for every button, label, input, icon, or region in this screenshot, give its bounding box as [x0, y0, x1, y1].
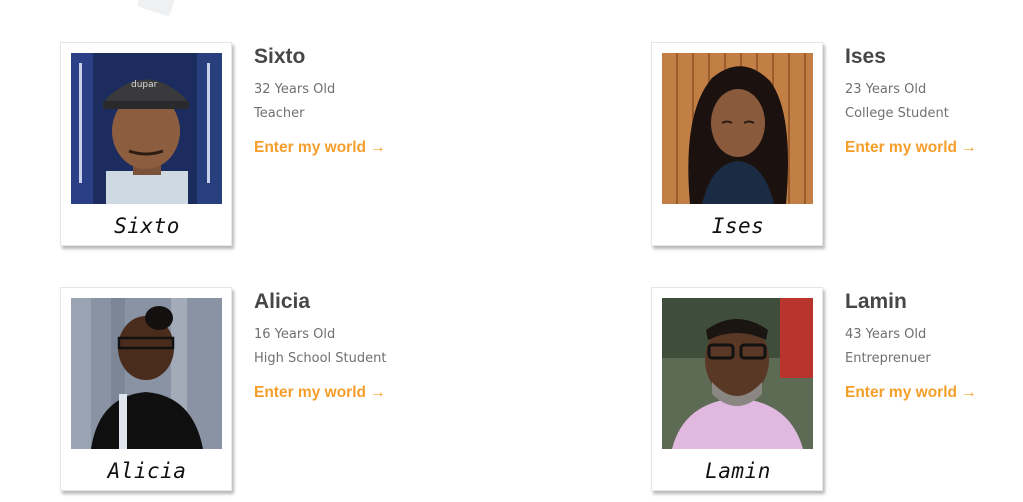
profile-age: 16 Years Old [254, 327, 336, 342]
profile-name: Lamin [845, 290, 907, 313]
profile-photo [71, 298, 222, 449]
profile-info: Lamin 43 Years Old Entreprenuer Enter my… [845, 287, 1023, 403]
profile-card-sixto: dupar Sixto Sixto 32 Years Old Teacher E… [60, 42, 580, 257]
profile-name: Ises [845, 45, 886, 68]
profile-role: High School Student [254, 351, 387, 366]
profile-card-ises: Ises Ises 23 Years Old College Student E… [651, 42, 1023, 257]
profile-info: Sixto 32 Years Old Teacher Enter my worl… [254, 42, 574, 158]
profile-photo [662, 298, 813, 449]
enter-my-world-link[interactable]: Enter my world → [254, 138, 386, 158]
profile-role: Entreprenuer [845, 351, 931, 366]
polaroid-frame[interactable]: Alicia [60, 287, 232, 491]
polaroid-frame[interactable]: dupar Sixto [60, 42, 232, 246]
polaroid-caption: Alicia [107, 459, 187, 483]
enter-my-world-link[interactable]: Enter my world → [845, 383, 977, 403]
profile-age: 23 Years Old [845, 82, 927, 97]
svg-text:dupar: dupar [131, 80, 158, 90]
polaroid-frame[interactable]: Ises [651, 42, 823, 246]
decorative-shape [136, 0, 178, 17]
profile-role: Teacher [254, 106, 305, 121]
profile-info: Ises 23 Years Old College Student Enter … [845, 42, 1023, 158]
profile-age: 43 Years Old [845, 327, 927, 342]
polaroid-frame[interactable]: Lamin [651, 287, 823, 491]
profile-photo [662, 53, 813, 204]
profile-photo: dupar [71, 53, 222, 204]
profile-name: Alicia [254, 290, 311, 313]
profile-info: Alicia 16 Years Old High School Student … [254, 287, 574, 403]
polaroid-caption: Sixto [114, 214, 180, 238]
enter-my-world-link[interactable]: Enter my world → [845, 138, 977, 158]
polaroid-caption: Lamin [705, 459, 771, 483]
profile-age: 32 Years Old [254, 82, 336, 97]
profile-card-alicia: Alicia Alicia 16 Years Old High School S… [60, 287, 580, 502]
enter-my-world-link[interactable]: Enter my world → [254, 383, 386, 403]
profile-role: College Student [845, 106, 949, 121]
polaroid-caption: Ises [711, 214, 765, 238]
profile-card-lamin: Lamin Lamin 43 Years Old Entreprenuer En… [651, 287, 1023, 502]
profile-name: Sixto [254, 45, 306, 68]
